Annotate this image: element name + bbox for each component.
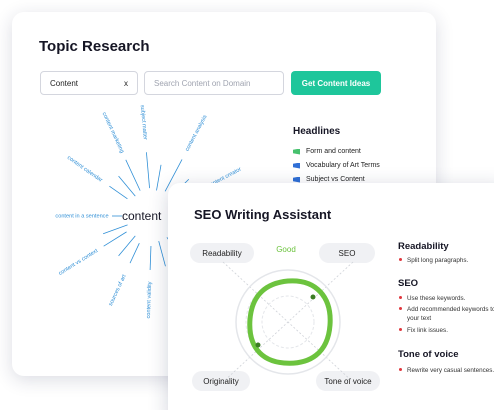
headline-blue-icon — [293, 176, 300, 183]
mindmap-center-word: content — [122, 209, 162, 223]
mindmap-word[interactable]: content marketing — [101, 111, 125, 154]
score-label: Good — [276, 245, 296, 254]
mindmap-spoke — [146, 152, 150, 189]
tone-of-voice-heading: Tone of voice — [398, 349, 459, 360]
mindmap-word[interactable]: content analysis — [184, 114, 208, 152]
mindmap-spoke — [156, 164, 162, 191]
list-item: Add recommended keywords to your text — [399, 305, 494, 323]
headline-item-label: Subject vs Content — [306, 176, 365, 183]
bullet-dot — [399, 328, 402, 331]
headline-blue-icon — [293, 162, 300, 169]
mindmap-word[interactable]: sources of art — [108, 273, 128, 307]
mindmap-word[interactable]: content validity — [146, 281, 153, 318]
headline-item[interactable]: Subject vs Content — [293, 176, 365, 183]
seo-assistant-title: SEO Writing Assistant — [194, 207, 332, 222]
mindmap-word[interactable]: subject matter — [139, 105, 148, 141]
list-item: Rewrite very casual sentences. — [399, 366, 494, 375]
seo-gauge-marker — [310, 294, 316, 300]
list-item: Use these keywords. — [399, 294, 494, 303]
mindmap-spoke — [118, 235, 136, 257]
mindmap-spoke — [149, 245, 152, 270]
mindmap-spoke — [125, 159, 141, 191]
bullet-dot — [399, 296, 402, 299]
headlines-title: Headlines — [293, 126, 341, 137]
bullet-dot — [399, 368, 402, 371]
mindmap-spoke — [102, 224, 128, 235]
headline-green-icon — [293, 148, 300, 155]
originality-gauge-marker — [255, 342, 261, 348]
mindmap-spoke — [103, 231, 127, 247]
list-item: Split long paragraphs. — [399, 256, 494, 265]
seo-heading: SEO — [398, 278, 419, 289]
headline-item[interactable]: Form and content — [293, 148, 361, 155]
bullet-dot — [399, 307, 402, 310]
bullet-dot — [399, 258, 402, 261]
headline-item-label: Form and content — [306, 148, 361, 155]
headline-item-label: Vocabulary of Art Terms — [306, 162, 380, 169]
list-item: Fix link issues. — [399, 326, 494, 335]
headline-item[interactable]: Vocabulary of Art Terms — [293, 162, 380, 169]
readability-heading: Readability — [398, 241, 449, 252]
mindmap-word[interactable]: content calendar — [66, 155, 103, 184]
seo-writing-assistant-card: SEO Writing Assistant Readability Good S… — [168, 183, 494, 410]
mindmap-spoke — [129, 243, 140, 264]
mindmap-word[interactable]: content vs context — [58, 248, 100, 277]
seo-score-gauge — [222, 261, 354, 383]
mindmap-spoke — [158, 241, 166, 267]
mindmap-spoke — [118, 175, 136, 197]
mindmap-spoke — [109, 185, 128, 200]
mindmap-word[interactable]: content in a sentence — [55, 213, 108, 219]
